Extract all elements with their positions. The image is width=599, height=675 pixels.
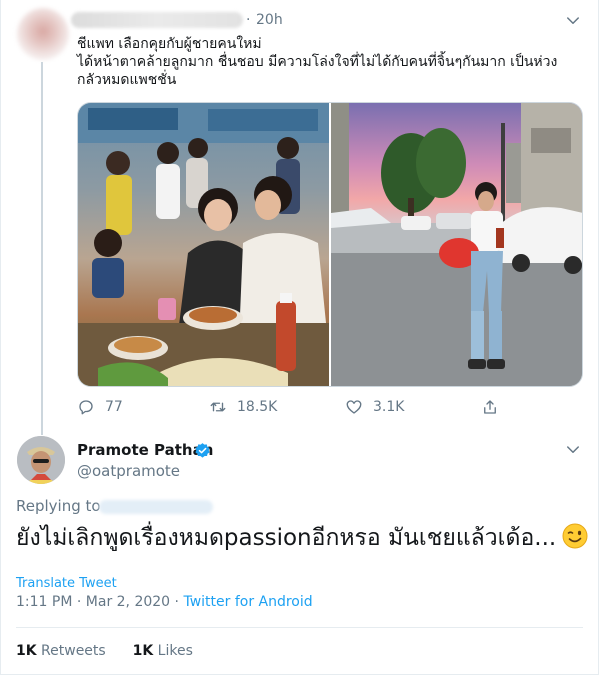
- tweet-thread: · 20h ชีแพท เลือกคุยกับผู้ชายคนใหม่ ได้ห…: [0, 0, 599, 675]
- author-handle[interactable]: @oatpramote: [77, 462, 180, 480]
- tweet-metadata: 1:11 PM · Mar 2, 2020 · Twitter for Andr…: [16, 594, 313, 610]
- chevron-down-icon[interactable]: [564, 441, 582, 459]
- likes-count: 1K: [132, 643, 154, 659]
- media-gallery: [77, 102, 583, 387]
- photo-food-stall[interactable]: [78, 103, 329, 386]
- main-tweet-body: ยังไม่เลิกพูดเรื่องหมดpassionอีกหรอ มันเ…: [16, 525, 557, 551]
- author-avatar-art: [17, 436, 65, 484]
- retweets-count: 1K: [16, 643, 37, 659]
- parent-tweet-line: ได้หน้าตาคล้ายลูกมาก ชื่นชอบ มีความโล่งใ…: [77, 54, 558, 70]
- reply-action[interactable]: 77: [77, 398, 123, 416]
- parent-tweet-line: ชีแพท เลือกคุยกับผู้ชายคนใหม่: [77, 36, 262, 52]
- likes-stat[interactable]: 1K Likes: [133, 643, 193, 659]
- share-action[interactable]: [481, 398, 509, 416]
- parent-author-name-redacted[interactable]: [71, 12, 243, 28]
- parent-tweet-time[interactable]: 20h: [256, 12, 283, 28]
- replying-to-label: Replying to: [16, 497, 101, 515]
- parent-tweet-actions: 77 18.5K 3.1K: [77, 398, 497, 418]
- tweet-source-link[interactable]: Twitter for Android: [183, 594, 312, 610]
- reply-count: 77: [105, 399, 123, 415]
- author-name[interactable]: Pramote Pathan: [77, 441, 213, 459]
- parent-avatar[interactable]: [17, 8, 69, 60]
- winking-face-emoji-icon: [562, 523, 588, 549]
- replying-to-user-redacted[interactable]: [99, 500, 213, 514]
- time-separator: ·: [246, 12, 251, 28]
- meta-separator: ·: [174, 594, 179, 610]
- heart-icon: [346, 400, 362, 414]
- retweets-stat[interactable]: 1K Retweets: [16, 643, 106, 659]
- tweet-time[interactable]: 1:11 PM: [16, 594, 72, 610]
- verified-badge-icon: [195, 443, 210, 458]
- reply-icon: [79, 400, 93, 415]
- tweet-date[interactable]: Mar 2, 2020: [86, 594, 170, 610]
- retweets-label: Retweets: [41, 643, 106, 659]
- parent-tweet-text: ชีแพท เลือกคุยกับผู้ชายคนใหม่ ได้หน้าตาค…: [77, 35, 577, 89]
- meta-separator: ·: [76, 594, 82, 610]
- author-avatar[interactable]: [17, 436, 65, 484]
- chevron-down-icon[interactable]: [564, 12, 582, 30]
- parent-tweet-line: กลัวหมดแพชชั่น: [77, 72, 177, 88]
- thread-connector-line: [41, 62, 43, 435]
- photo-parking-lot-art: [331, 103, 582, 386]
- tweet-stats: 1K Retweets 1K Likes: [16, 643, 193, 659]
- photo-food-stall-art: [78, 103, 329, 386]
- photo-parking-lot[interactable]: [331, 103, 582, 386]
- like-count: 3.1K: [373, 399, 405, 415]
- retweet-icon: [210, 402, 226, 412]
- divider: [16, 627, 583, 628]
- likes-label: Likes: [157, 643, 193, 659]
- retweet-action[interactable]: 18.5K: [209, 398, 277, 416]
- translate-tweet-link[interactable]: Translate Tweet: [16, 576, 117, 591]
- retweet-count: 18.5K: [237, 399, 278, 415]
- share-icon: [484, 400, 496, 414]
- like-action[interactable]: 3.1K: [345, 398, 404, 416]
- main-tweet-text: ยังไม่เลิกพูดเรื่องหมดpassionอีกหรอ มันเ…: [16, 522, 588, 554]
